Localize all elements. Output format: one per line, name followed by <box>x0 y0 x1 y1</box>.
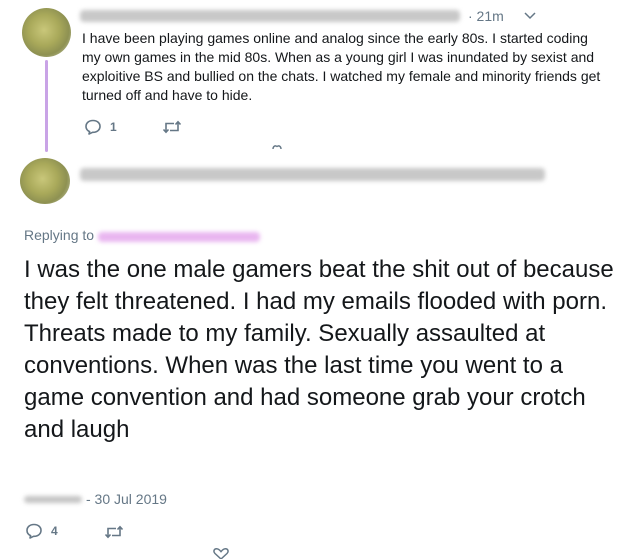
retweet-button[interactable] <box>162 120 182 134</box>
tweet-text: I was the one male gamers beat the shit … <box>24 256 614 443</box>
retweet-button[interactable] <box>104 525 124 539</box>
redacted-username[interactable] <box>80 168 545 181</box>
retweet-icon <box>104 525 124 539</box>
reply-count: 1 <box>110 120 117 134</box>
heart-icon[interactable] <box>270 143 286 150</box>
redacted-username[interactable] <box>80 10 460 22</box>
tweet-date[interactable]: - 30 Jul 2019 <box>86 491 167 507</box>
chevron-down-icon[interactable] <box>524 12 536 20</box>
tweet-time[interactable]: · 21m <box>468 8 504 24</box>
reply-button[interactable]: 4 <box>25 523 58 539</box>
heart-icon[interactable] <box>212 548 230 559</box>
reply-icon <box>85 119 101 135</box>
reply-count: 4 <box>51 524 58 538</box>
retweet-icon <box>162 120 182 134</box>
redacted-time[interactable] <box>24 496 82 503</box>
reply-button[interactable]: 1 <box>84 119 117 135</box>
reply-icon <box>26 523 42 539</box>
replying-to-label: Replying to <box>24 227 95 243</box>
avatar[interactable] <box>20 158 70 204</box>
thread-line <box>45 60 48 152</box>
tweet-text: I have been playing games online and ana… <box>82 30 601 103</box>
avatar[interactable] <box>22 8 71 57</box>
redacted-mention[interactable] <box>98 232 260 242</box>
